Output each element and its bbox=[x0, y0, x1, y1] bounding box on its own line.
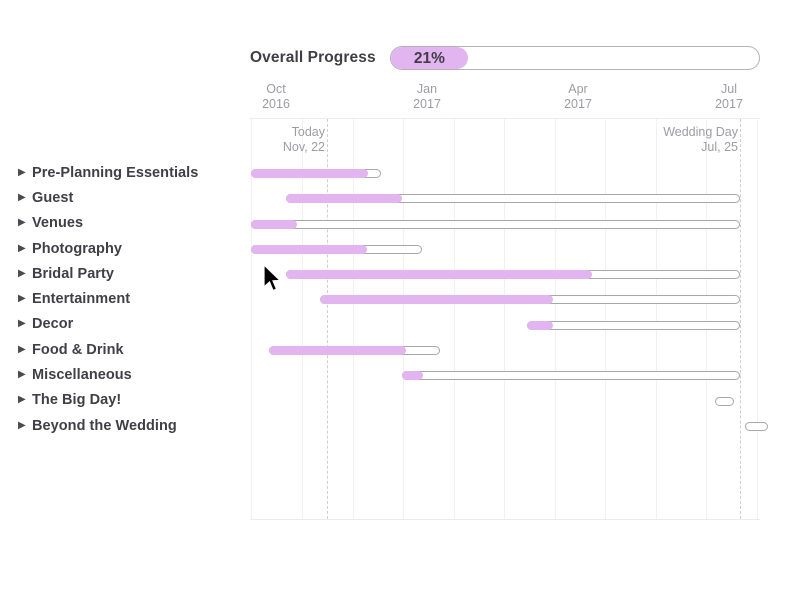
overall-progress-header: Overall Progress 21% bbox=[250, 44, 760, 72]
gantt-bar-row[interactable] bbox=[250, 185, 760, 210]
expand-triangle-icon[interactable]: ▶ bbox=[18, 319, 32, 329]
overall-progress-value: 21% bbox=[413, 50, 445, 67]
gantt-bar-row[interactable] bbox=[250, 211, 760, 236]
gantt-bar-remaining[interactable] bbox=[715, 396, 734, 406]
expand-triangle-icon[interactable]: ▶ bbox=[18, 395, 32, 405]
month-tick-year: 2017 bbox=[715, 97, 743, 111]
month-tick-name: Jan bbox=[416, 82, 438, 96]
task-name-label: Miscellaneous bbox=[32, 367, 132, 384]
marker-label-today: Today Nov, 22 bbox=[195, 125, 325, 155]
task-name-label: Bridal Party bbox=[32, 265, 114, 282]
gantt-bar-progress[interactable] bbox=[269, 346, 406, 356]
gantt-bar-progress[interactable] bbox=[251, 169, 368, 178]
task-row[interactable]: ▶ Decor bbox=[0, 312, 246, 337]
marker-label-wedding-day: Wedding Day Jul, 25 bbox=[608, 125, 738, 155]
task-row[interactable]: ▶ Photography bbox=[0, 236, 246, 261]
gantt-chart-app: Overall Progress 21% Oct 2016 Jan 2017 Apr 20… bbox=[0, 0, 800, 600]
month-tick: Jul 2017 bbox=[689, 82, 769, 112]
expand-triangle-icon[interactable]: ▶ bbox=[18, 192, 32, 203]
task-row[interactable]: ▶ Venues bbox=[0, 211, 246, 236]
task-row[interactable]: ▶ The Big Day! bbox=[0, 388, 246, 413]
task-row[interactable]: ▶ Pre-Planning Essentials bbox=[0, 160, 246, 185]
gantt-bar-progress[interactable] bbox=[320, 295, 553, 305]
month-tick-year: 2017 bbox=[413, 97, 441, 111]
gantt-bar-row[interactable] bbox=[250, 413, 768, 438]
gantt-bar-progress[interactable] bbox=[527, 320, 553, 330]
expand-triangle-icon[interactable]: ▶ bbox=[18, 167, 32, 178]
month-tick-name: Oct bbox=[266, 82, 286, 96]
marker-title: Today bbox=[291, 125, 325, 139]
gantt-bar-remaining[interactable] bbox=[527, 320, 740, 330]
expand-triangle-icon[interactable]: ▶ bbox=[18, 294, 32, 304]
gantt-bar-row[interactable] bbox=[250, 362, 760, 387]
task-row[interactable]: ▶ Beyond the Wedding bbox=[0, 413, 246, 438]
gantt-bar-row[interactable] bbox=[250, 261, 760, 286]
gantt-bar-progress[interactable] bbox=[251, 219, 297, 229]
expand-triangle-icon[interactable]: ▶ bbox=[18, 420, 32, 431]
task-name-label: Guest bbox=[32, 189, 74, 206]
month-tick-name: Apr bbox=[568, 82, 588, 96]
gantt-bar-progress[interactable] bbox=[251, 244, 367, 254]
gantt-bar-remaining[interactable] bbox=[745, 421, 768, 431]
gantt-bar-row[interactable] bbox=[250, 286, 760, 311]
gantt-bar-remaining[interactable] bbox=[402, 371, 740, 381]
overall-progress-bar[interactable]: 21% bbox=[389, 46, 760, 70]
month-tick-year: 2017 bbox=[564, 97, 592, 111]
gantt-bar-row[interactable] bbox=[250, 160, 760, 185]
month-tick-name: Jul bbox=[721, 82, 737, 96]
expand-triangle-icon[interactable]: ▶ bbox=[18, 344, 32, 355]
gantt-bar-progress[interactable] bbox=[402, 371, 423, 381]
task-name-label: Entertainment bbox=[32, 291, 131, 308]
marker-date: Jul, 25 bbox=[701, 140, 738, 154]
timeline-month-axis: Oct 2016 Jan 2017 Apr 2017 Jul 2017 bbox=[250, 82, 760, 118]
month-tick-year: 2016 bbox=[262, 97, 290, 111]
expand-triangle-icon[interactable]: ▶ bbox=[18, 268, 32, 279]
expand-triangle-icon[interactable]: ▶ bbox=[18, 370, 32, 380]
gantt-bar-progress[interactable] bbox=[286, 194, 402, 204]
marker-title: Wedding Day bbox=[663, 125, 738, 139]
gantt-bar-row[interactable] bbox=[250, 388, 760, 413]
gantt-bar-row[interactable] bbox=[250, 312, 760, 337]
gantt-bar-row[interactable] bbox=[250, 337, 760, 362]
expand-triangle-icon[interactable]: ▶ bbox=[18, 243, 32, 254]
gantt-bar-progress[interactable] bbox=[286, 270, 592, 280]
marker-date: Nov, 22 bbox=[282, 140, 325, 154]
task-row[interactable]: ▶ Miscellaneous bbox=[0, 362, 246, 387]
gantt-bars-layer bbox=[250, 160, 768, 440]
task-name-label: Decor bbox=[32, 316, 74, 333]
task-name-column: ▶ Pre-Planning Essentials ▶ Guest ▶ Venues ▶ Ph… bbox=[0, 160, 246, 438]
month-tick: Jan 2017 bbox=[387, 82, 467, 112]
gantt-bar-remaining[interactable] bbox=[251, 219, 740, 229]
task-name-label: Beyond the Wedding bbox=[32, 417, 177, 434]
expand-triangle-icon[interactable]: ▶ bbox=[18, 218, 32, 228]
task-row[interactable]: ▶ Entertainment bbox=[0, 286, 246, 311]
task-name-label: The Big Day! bbox=[32, 392, 122, 409]
task-row[interactable]: ▶ Food & Drink bbox=[0, 337, 246, 362]
task-name-label: Venues bbox=[32, 215, 84, 232]
gantt-bar-row[interactable] bbox=[250, 236, 760, 261]
month-tick: Oct 2016 bbox=[236, 82, 316, 112]
overall-progress-label: Overall Progress bbox=[250, 49, 376, 66]
task-name-label: Photography bbox=[32, 240, 122, 257]
task-name-label: Pre-Planning Essentials bbox=[32, 164, 199, 181]
task-row[interactable]: ▶ Guest bbox=[0, 185, 246, 210]
task-row[interactable]: ▶ Bridal Party bbox=[0, 261, 246, 286]
month-tick: Apr 2017 bbox=[538, 82, 618, 112]
task-name-label: Food & Drink bbox=[32, 341, 124, 358]
